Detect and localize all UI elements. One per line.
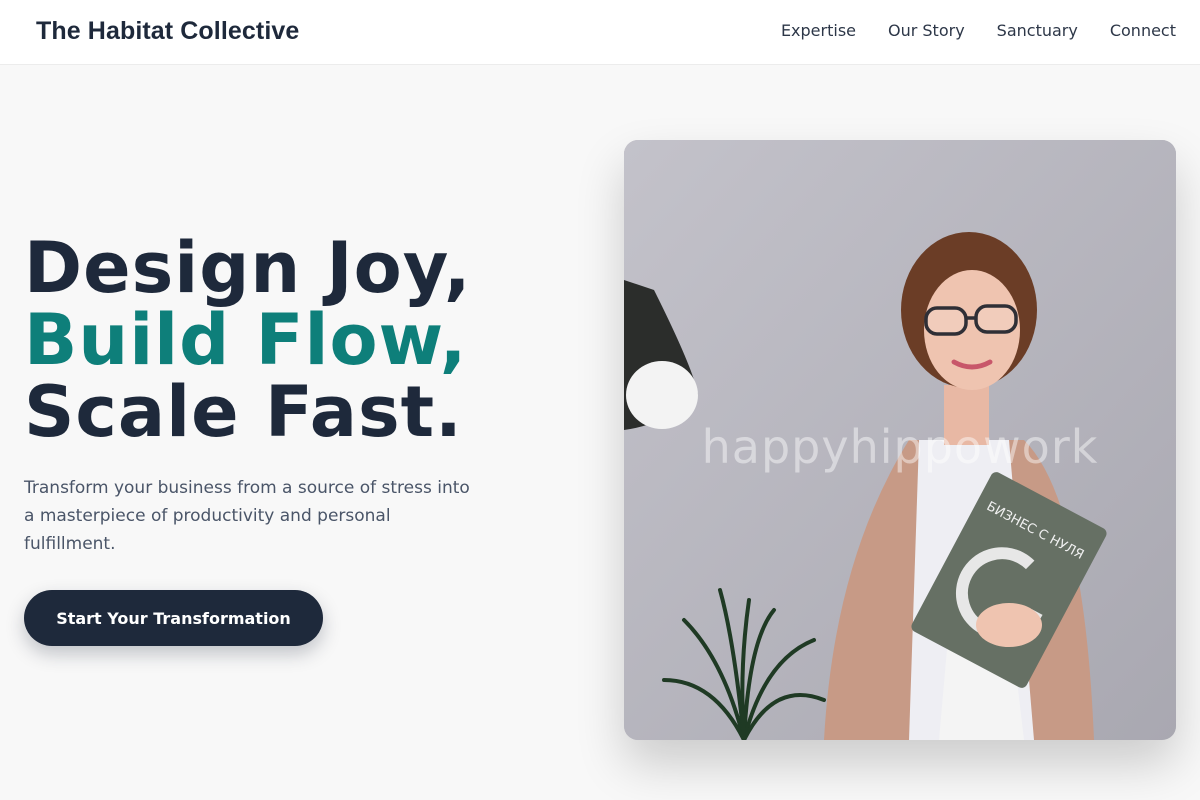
hero-photo: БИЗНЕС С НУЛЯ happyhippowork <box>624 140 1176 740</box>
headline-line-2: Build Flow, <box>24 299 468 381</box>
brand-logo-text[interactable]: The Habitat Collective <box>36 17 299 46</box>
main-nav: Expertise Our Story Sanctuary Connect <box>781 21 1176 40</box>
hero-subtitle: Transform your business from a source of… <box>24 478 470 554</box>
nav-link-sanctuary[interactable]: Sanctuary <box>997 21 1078 40</box>
nav-link-expertise[interactable]: Expertise <box>781 21 856 40</box>
headline-line-1: Design Joy, <box>24 227 472 309</box>
nav-link-connect[interactable]: Connect <box>1110 21 1176 40</box>
site-header: The Habitat Collective Expertise Our Sto… <box>0 0 1200 65</box>
hero-headline: Design Joy, Build Flow, Scale Fast. <box>24 232 471 448</box>
start-transformation-button[interactable]: Start Your Transformation <box>24 590 323 646</box>
nav-link-our-story[interactable]: Our Story <box>888 21 965 40</box>
image-watermark: happyhippowork <box>701 420 1099 474</box>
headline-line-3: Scale Fast. <box>24 371 463 453</box>
